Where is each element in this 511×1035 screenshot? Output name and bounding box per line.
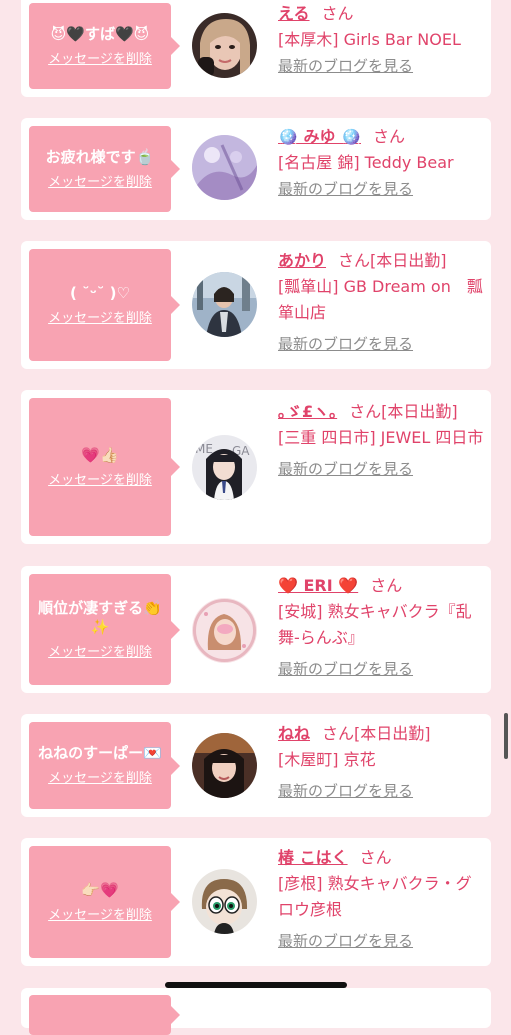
honorific: さん [370, 576, 403, 595]
cast-info: 椿 こはく さん [彦根] 熟女キャバクラ・グロウ彦根 最新のブログを見る [278, 845, 486, 951]
message-bubble: 👉🏻💗 メッセージを削除 [29, 846, 180, 958]
status-text: [本日出勤] [370, 251, 447, 270]
cast-info: ねね さん[本日出勤] [木屋町] 京花 最新のブログを見る [278, 721, 486, 801]
latest-blog-link[interactable]: 最新のブログを見る [278, 931, 413, 951]
latest-blog-link[interactable]: 最新のブログを見る [278, 659, 413, 679]
delete-message-link[interactable]: メッセージを削除 [48, 645, 152, 661]
cast-info: あかり さん[本日出勤] [瓢箪山] GB Dream on 瓢箪山店 最新のブロ… [278, 248, 486, 354]
avatar[interactable] [192, 272, 257, 337]
message-card: 👉🏻💗 メッセージを削除 椿 こはくさん [彦根] 熟女キャバクラ・グロウ彦根 [21, 838, 491, 966]
home-indicator[interactable] [165, 982, 347, 988]
name-line: あかり さん[本日出勤] [278, 248, 486, 274]
scrollbar[interactable] [504, 713, 508, 759]
message-text: お疲れ様です🍵 [45, 147, 155, 166]
name-line: ねね さん[本日出勤] [278, 721, 486, 747]
honorific: さん [322, 724, 355, 743]
honorific: さん [373, 127, 406, 146]
message-bubble [29, 995, 180, 1035]
latest-blog-link[interactable]: 最新のブログを見る [278, 179, 413, 199]
shop-name: [本厚木] Girls Bar NOEL [278, 30, 461, 49]
cast-info: ｡ゞ£ヽ｡ さん[本日出勤] [三重 四日市] JEWEL 四日市 最新のブログを… [278, 399, 486, 479]
message-card-partial [21, 988, 491, 1035]
message-text: 👉🏻💗 [81, 880, 119, 899]
message-bubble: 順位が凄すぎる👏✨ メッセージを削除 [29, 574, 180, 685]
message-text: 順位が凄すぎる👏✨ [38, 598, 162, 636]
delete-message-link[interactable]: メッセージを削除 [48, 52, 152, 68]
message-card: 順位が凄すぎる👏✨ メッセージを削除 ❤️ ERI ❤️ さん [安城] 熟女キャ… [21, 566, 491, 693]
message-bubble: ( ˘ᵕ˘ )♡ メッセージを削除 [29, 249, 180, 361]
name-line: ｡ゞ£ヽ｡ さん[本日出勤] [278, 399, 486, 425]
message-bubble: 😈🖤すば🖤😈 メッセージを削除 [29, 3, 180, 89]
cast-name-link[interactable]: あかり [278, 251, 326, 270]
message-text: 😈🖤すば🖤😈 [50, 24, 150, 43]
avatar[interactable] [192, 869, 257, 934]
status-text: [本日出勤] [381, 402, 458, 421]
shop-name: [三重 四日市] JEWEL 四日市 [278, 428, 484, 447]
message-card: 💗👍🏻 メッセージを削除 ME GA ｡ゞ£ヽ｡ さん[本日出勤] [三重 四日市… [21, 390, 491, 544]
message-bubble: ねねのすーぱー💌 メッセージを削除 [29, 722, 180, 809]
cast-name-link[interactable]: ねね [278, 724, 310, 743]
cast-info: ❤️ ERI ❤️ さん [安城] 熟女キャバクラ『乱舞-らんぶ』 最新のブログを… [278, 573, 486, 679]
cast-name-link[interactable]: える [278, 4, 310, 23]
message-text: 💗👍🏻 [81, 445, 119, 464]
message-text: ( ˘ᵕ˘ )♡ [70, 283, 130, 302]
avatar[interactable]: ME GA [192, 435, 257, 500]
message-card: お疲れ様です🍵 メッセージを削除 🪩 みゆ 🪩 さん [名古屋 錦] Teddy … [21, 118, 491, 220]
cast-name-link[interactable]: 椿 こはく [278, 848, 348, 867]
message-list: 😈🖤すば🖤😈 メッセージを削除 える さん [本厚木] Girls Bar NOE… [0, 0, 511, 1035]
shop-name: [木屋町] 京花 [278, 750, 376, 769]
status-text: [本日出勤] [354, 724, 431, 743]
cast-name-link[interactable]: 🪩 みゆ 🪩 [278, 127, 361, 146]
shop-name: [瓢箪山] GB Dream on 瓢箪山店 [278, 277, 483, 322]
honorific: さん [349, 402, 382, 421]
message-text: ねねのすーぱー💌 [38, 744, 162, 762]
name-line: 椿 こはく さん [278, 845, 486, 871]
name-line: 🪩 みゆ 🪩 さん [278, 124, 486, 150]
delete-message-link[interactable]: メッセージを削除 [48, 311, 152, 327]
cast-info: える さん [本厚木] Girls Bar NOEL 最新のブログを見る [278, 1, 486, 76]
svg-text:ME: ME [195, 442, 213, 456]
honorific: さん [359, 848, 392, 867]
cast-name-link[interactable]: ❤️ ERI ❤️ [278, 576, 358, 595]
latest-blog-link[interactable]: 最新のブログを見る [278, 56, 413, 76]
avatar[interactable] [192, 733, 257, 798]
avatar[interactable] [192, 13, 257, 78]
message-card: 😈🖤すば🖤😈 メッセージを削除 える さん [本厚木] Girls Bar NOE… [21, 0, 491, 97]
shop-name: [名古屋 錦] Teddy Bear [278, 153, 454, 172]
delete-message-link[interactable]: メッセージを削除 [48, 908, 152, 924]
shop-name: [彦根] 熟女キャバクラ・グロウ彦根 [278, 874, 472, 919]
message-card: ねねのすーぱー💌 メッセージを削除 ねね さん[本日出勤] [木屋町] 京花 最新… [21, 714, 491, 817]
latest-blog-link[interactable]: 最新のブログを見る [278, 781, 413, 801]
delete-message-link[interactable]: メッセージを削除 [48, 175, 152, 191]
shop-name: [安城] 熟女キャバクラ『乱舞-らんぶ』 [278, 602, 472, 647]
delete-message-link[interactable]: メッセージを削除 [48, 473, 152, 489]
cast-info: 🪩 みゆ 🪩 さん [名古屋 錦] Teddy Bear 最新のブログを見る [278, 124, 486, 199]
avatar[interactable] [192, 598, 257, 663]
message-bubble: お疲れ様です🍵 メッセージを削除 [29, 126, 180, 212]
avatar[interactable] [192, 135, 257, 200]
name-line: ❤️ ERI ❤️ さん [278, 573, 486, 599]
honorific: さん [321, 4, 354, 23]
latest-blog-link[interactable]: 最新のブログを見る [278, 459, 413, 479]
message-card: ( ˘ᵕ˘ )♡ メッセージを削除 あかり さん[本日出勤] [瓢箪山] GB D… [21, 241, 491, 369]
latest-blog-link[interactable]: 最新のブログを見る [278, 334, 413, 354]
honorific: さん [338, 251, 371, 270]
delete-message-link[interactable]: メッセージを削除 [48, 771, 152, 787]
name-line: える さん [278, 1, 486, 27]
message-bubble: 💗👍🏻 メッセージを削除 [29, 398, 180, 536]
cast-name-link[interactable]: ｡ゞ£ヽ｡ [278, 402, 337, 421]
